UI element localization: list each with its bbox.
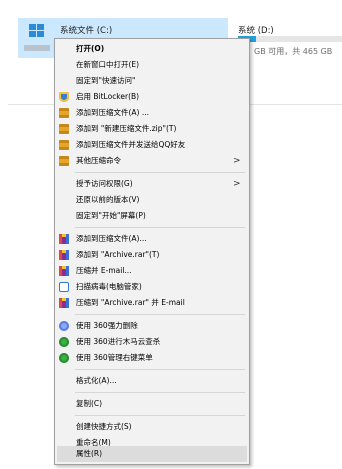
menu-item-label: 格式化(A)... <box>76 376 117 385</box>
menu-item-label: 扫描病毒(电脑管家) <box>76 282 142 291</box>
menu-separator <box>75 392 245 393</box>
menu-item-format[interactable]: 格式化(A)... <box>57 373 247 389</box>
menu-item-label: 在新窗口中打开(E) <box>76 60 140 69</box>
menu-item-scan-virus[interactable]: 扫描病毒(电脑管家) <box>57 279 247 295</box>
winrar-icon <box>59 298 69 308</box>
menu-item-winrar-compress-rar-email[interactable]: 压缩到 "Archive.rar" 并 E-mail <box>57 295 247 311</box>
menu-item-label: 还原以前的版本(V) <box>76 195 140 204</box>
360-delete-icon <box>59 321 69 331</box>
menu-item-label: 使用 360管理右键菜单 <box>76 353 153 362</box>
menu-item-open-new-window[interactable]: 在新窗口中打开(E) <box>57 57 247 73</box>
menu-item-bitlocker[interactable]: 启用 BitLocker(B) <box>57 89 247 105</box>
menu-item-label: 压缩并 E-mail... <box>76 266 132 275</box>
menu-separator <box>75 227 245 228</box>
scan-shield-icon <box>59 282 69 292</box>
menu-item-label: 其他压缩命令 <box>76 156 121 165</box>
menu-item-archive-send-qq[interactable]: 添加到压缩文件并发送给QQ好友 <box>57 137 247 153</box>
drive-d-usage-bar <box>238 36 342 42</box>
menu-item-360-force-delete[interactable]: 使用 360强力删除 <box>57 318 247 334</box>
menu-item-label: 授予访问权限(G) <box>76 179 133 188</box>
windows-drive-icon <box>24 24 50 51</box>
archive-icon <box>59 156 69 166</box>
menu-item-open[interactable]: 打开(O) <box>57 41 247 57</box>
360-icon <box>59 353 69 363</box>
menu-item-pin-start[interactable]: 固定到"开始"屏幕(P) <box>57 208 247 224</box>
menu-item-label: 创建快捷方式(S) <box>76 422 132 431</box>
chevron-right-icon: > <box>233 179 241 189</box>
archive-icon <box>59 108 69 118</box>
archive-icon <box>59 140 69 150</box>
menu-item-360-trojan-scan[interactable]: 使用 360进行木马云查杀 <box>57 334 247 350</box>
menu-item-label: 固定到"快速访问" <box>76 76 136 85</box>
360-icon <box>59 337 69 347</box>
context-menu: 打开(O) 在新窗口中打开(E) 固定到"快速访问" 启用 BitLocker(… <box>54 38 250 465</box>
menu-item-winrar-add[interactable]: 添加到压缩文件(A)... <box>57 231 247 247</box>
menu-item-give-access[interactable]: 授予访问权限(G) > <box>57 176 247 192</box>
menu-separator <box>75 369 245 370</box>
menu-item-other-compress[interactable]: 其他压缩命令 > <box>57 153 247 169</box>
menu-item-label: 使用 360强力删除 <box>76 321 138 330</box>
menu-item-label: 复制(C) <box>76 399 103 408</box>
menu-separator <box>75 314 245 315</box>
winrar-icon <box>59 234 69 244</box>
drive-d-label: 系统 (D:) <box>238 26 274 36</box>
menu-item-add-to-archive[interactable]: 添加到压缩文件(A) ... <box>57 105 247 121</box>
menu-item-label: 打开(O) <box>76 44 105 53</box>
menu-item-copy[interactable]: 复制(C) <box>57 396 247 412</box>
menu-item-label: 属性(R) <box>76 449 103 458</box>
drive-d-space-text: GB 可用，共 465 GB <box>254 47 333 56</box>
menu-item-label: 添加到压缩文件并发送给QQ好友 <box>76 140 186 149</box>
menu-item-winrar-compress-email[interactable]: 压缩并 E-mail... <box>57 263 247 279</box>
menu-item-label: 添加到 "Archive.rar"(T) <box>76 250 160 259</box>
winrar-icon <box>59 266 69 276</box>
menu-item-properties[interactable]: 属性(R) <box>57 446 247 462</box>
menu-item-winrar-add-archive-rar[interactable]: 添加到 "Archive.rar"(T) <box>57 247 247 263</box>
menu-item-restore-versions[interactable]: 还原以前的版本(V) <box>57 192 247 208</box>
shield-icon <box>59 92 69 102</box>
menu-item-add-to-zip[interactable]: 添加到 "新建压缩文件.zip"(T) <box>57 121 247 137</box>
menu-separator <box>75 415 245 416</box>
archive-icon <box>59 124 69 134</box>
menu-item-label: 添加到压缩文件(A) ... <box>76 108 150 117</box>
menu-item-360-manage-menu[interactable]: 使用 360管理右键菜单 <box>57 350 247 366</box>
menu-item-label: 启用 BitLocker(B) <box>76 92 140 101</box>
menu-item-pin-quick-access[interactable]: 固定到"快速访问" <box>57 73 247 89</box>
menu-item-label: 添加到压缩文件(A)... <box>76 234 147 243</box>
menu-item-label: 使用 360进行木马云查杀 <box>76 337 161 346</box>
menu-item-label: 固定到"开始"屏幕(P) <box>76 211 146 220</box>
chevron-right-icon: > <box>233 156 241 166</box>
drive-d-tile[interactable]: 系统 (D:) GB 可用，共 465 GB <box>238 18 342 58</box>
winrar-icon <box>59 250 69 260</box>
menu-item-label: 压缩到 "Archive.rar" 并 E-mail <box>76 298 185 307</box>
menu-item-create-shortcut[interactable]: 创建快捷方式(S) <box>57 419 247 435</box>
menu-item-label: 添加到 "新建压缩文件.zip"(T) <box>76 124 177 133</box>
drive-c-label: 系统文件 (C:) <box>60 26 113 36</box>
menu-separator <box>75 172 245 173</box>
